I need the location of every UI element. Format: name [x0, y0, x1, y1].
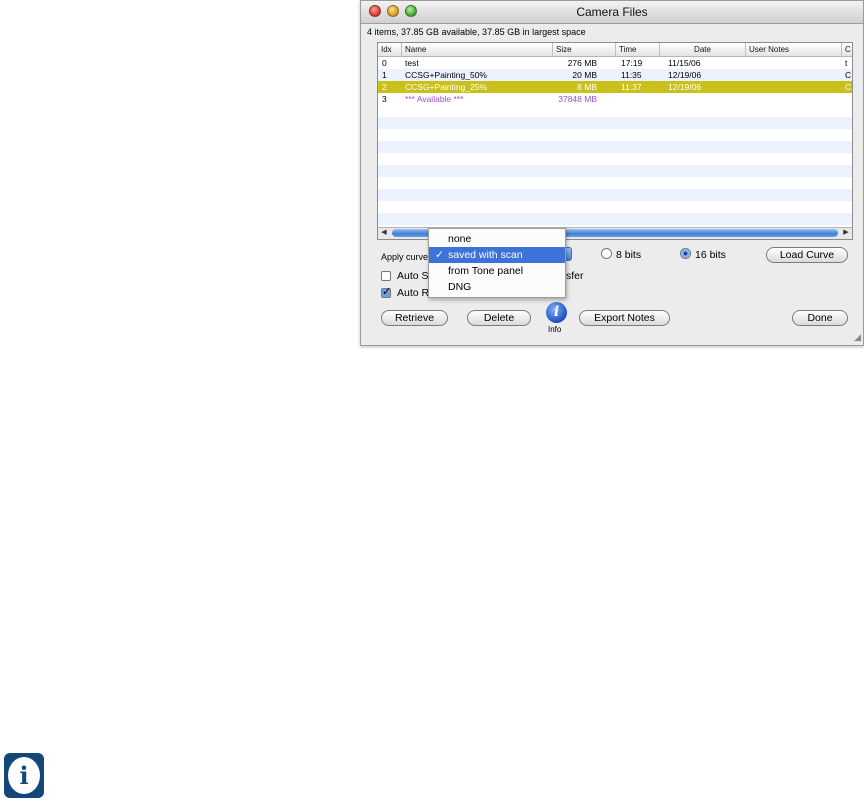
cell-time: 11:35 — [621, 70, 642, 80]
table-body: 0 test 276 MB 17:19 11/15/06 t 1 CCSG+Pa… — [378, 57, 852, 225]
table-row[interactable]: 3 *** Available *** 37848 MB — [378, 93, 852, 105]
menu-item-label: DNG — [448, 281, 472, 293]
bits-8-label: 8 bits — [616, 249, 642, 261]
cell-name: test — [405, 58, 419, 68]
cell-size: 37848 MB — [558, 94, 597, 104]
empty-row — [378, 117, 852, 129]
empty-row — [378, 201, 852, 213]
empty-row — [378, 129, 852, 141]
done-button[interactable]: Done — [792, 310, 848, 326]
scroll-left-icon[interactable]: ◀ — [379, 228, 389, 238]
cell-date: 12/19/06 — [668, 70, 702, 80]
cell-time: 11:37 — [621, 82, 642, 92]
auto-s-checkbox[interactable] — [381, 271, 391, 281]
export-notes-button[interactable]: Export Notes — [579, 310, 670, 326]
load-curve-button[interactable]: Load Curve — [766, 247, 848, 263]
info-label: Info — [548, 325, 562, 334]
cell-idx: 1 — [382, 70, 387, 80]
delete-button[interactable]: Delete — [467, 310, 531, 326]
column-header-user-notes[interactable]: User Notes — [746, 43, 842, 56]
apply-curve-label: Apply curve — [381, 252, 429, 262]
menu-item-from-tone-panel[interactable]: from Tone panel — [429, 263, 565, 279]
info-badge-icon: i — [4, 753, 44, 798]
bits-8-radio[interactable] — [601, 248, 612, 259]
window-title: Camera Files — [576, 5, 648, 19]
menu-item-none[interactable]: none — [429, 231, 565, 247]
auto-r-checkbox[interactable] — [381, 285, 391, 298]
menu-item-label: saved with scan — [448, 249, 523, 261]
empty-row — [378, 153, 852, 165]
auto-s-label: Auto S — [397, 270, 429, 282]
auto-r-label: Auto R — [397, 287, 430, 299]
cell-size: 276 MB — [567, 58, 597, 68]
camera-files-table[interactable]: Idx Name Size Time Date User Notes C 0 t… — [377, 42, 853, 240]
empty-row — [378, 141, 852, 153]
cell-idx: 2 — [382, 82, 387, 92]
cell-idx: 3 — [382, 94, 387, 104]
menu-item-label: none — [448, 233, 472, 245]
cell-name: *** Available *** — [405, 94, 464, 104]
cell-size: 20 MB — [572, 70, 597, 80]
apply-curve-menu[interactable]: none ✓ saved with scan from Tone panel D… — [428, 228, 566, 298]
checkmark-icon: ✓ — [435, 249, 444, 261]
title-bar[interactable]: Camera Files — [361, 1, 863, 24]
column-header-idx[interactable]: Idx — [378, 43, 402, 56]
cell-c: t — [845, 58, 848, 68]
cell-date: 11/15/06 — [668, 58, 701, 68]
cell-idx: 0 — [382, 58, 387, 68]
empty-row — [378, 189, 852, 201]
info-badge-glyph: i — [8, 757, 40, 794]
cell-size: 8 MB — [577, 82, 597, 92]
resize-grip-icon[interactable]: ◢ — [854, 332, 861, 343]
table-row[interactable]: 1 CCSG+Painting_50% 20 MB 11:35 12/19/06… — [378, 69, 852, 81]
cell-date: 12/19/06 — [668, 82, 702, 92]
info-icon[interactable]: i — [546, 302, 567, 323]
menu-item-saved-with-scan[interactable]: ✓ saved with scan — [429, 247, 565, 263]
empty-row — [378, 105, 852, 117]
table-header: Idx Name Size Time Date User Notes C — [378, 43, 852, 57]
menu-item-dng[interactable]: DNG — [429, 279, 565, 295]
column-header-name[interactable]: Name — [402, 43, 553, 56]
empty-row — [378, 177, 852, 189]
table-row-selected[interactable]: 2 CCSG+Painting_25% 8 MB 11:37 12/19/06 … — [378, 81, 852, 93]
column-header-size[interactable]: Size — [553, 43, 616, 56]
cell-name: CCSG+Painting_50% — [405, 70, 487, 80]
cell-name: CCSG+Painting_25% — [405, 82, 487, 92]
cell-c: C — [845, 70, 852, 80]
empty-row — [378, 213, 852, 225]
auto-s-label-tail: sfer — [566, 270, 584, 282]
scroll-right-icon[interactable]: ▶ — [841, 228, 851, 238]
table-row[interactable]: 0 test 276 MB 17:19 11/15/06 t — [378, 57, 852, 69]
column-header-c[interactable]: C — [842, 43, 852, 56]
column-header-time[interactable]: Time — [616, 43, 660, 56]
retrieve-button[interactable]: Retrieve — [381, 310, 448, 326]
bits-16-radio[interactable] — [680, 248, 691, 259]
cell-c: C — [845, 82, 852, 92]
bits-16-label: 16 bits — [695, 249, 726, 261]
menu-item-label: from Tone panel — [448, 265, 524, 277]
column-header-date[interactable]: Date — [660, 43, 746, 56]
storage-summary: 4 items, 37.85 GB available, 37.85 GB in… — [367, 27, 586, 37]
empty-row — [378, 165, 852, 177]
cell-time: 17:19 — [621, 58, 643, 68]
